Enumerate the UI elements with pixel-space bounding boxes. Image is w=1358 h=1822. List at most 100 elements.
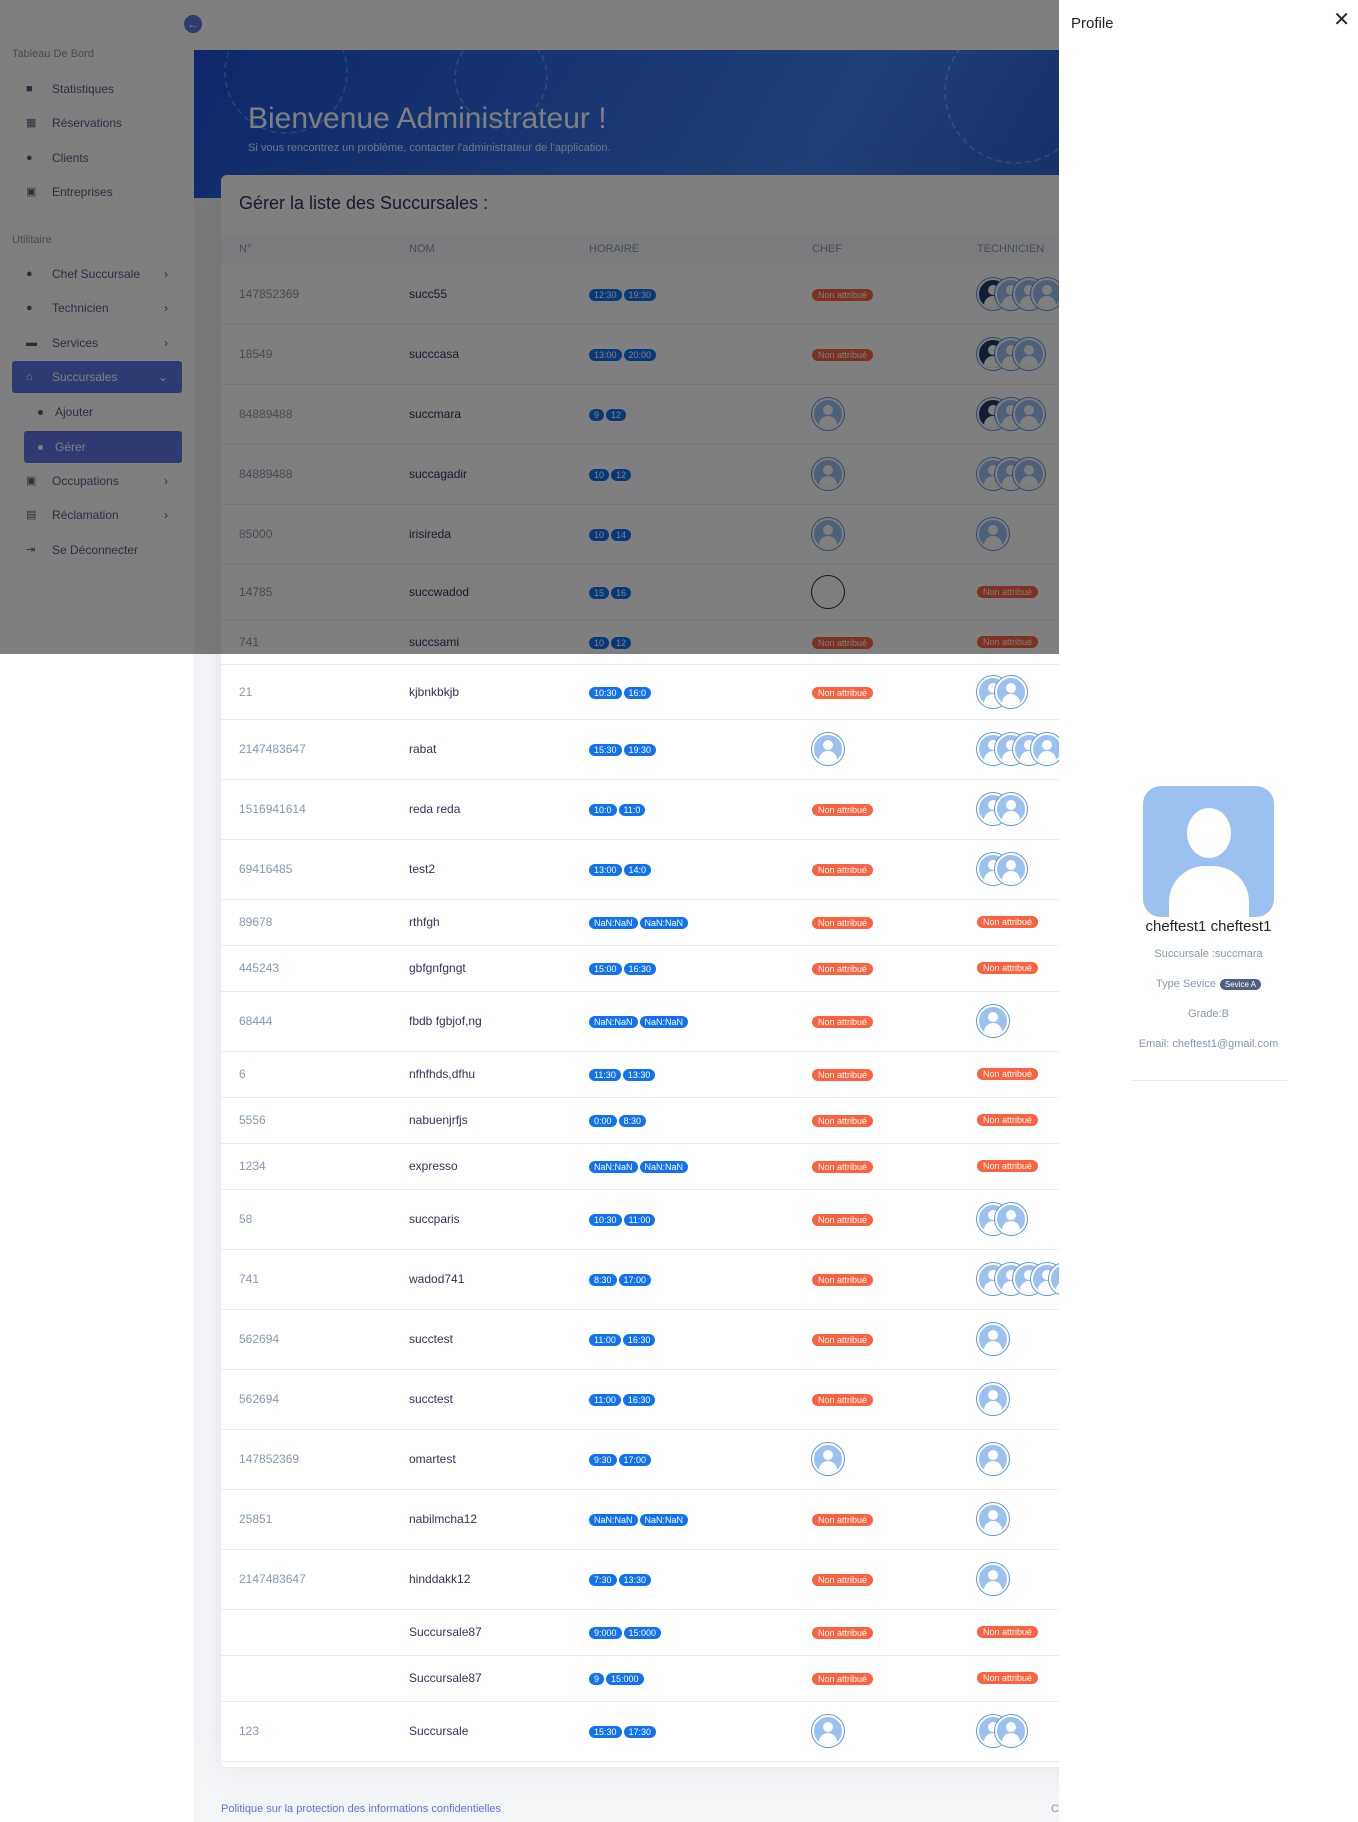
time-badge: 14:0 bbox=[623, 864, 652, 876]
cell-horaire: 15:30 17:30 bbox=[589, 1724, 658, 1738]
technicien-avatar[interactable] bbox=[995, 853, 1027, 885]
time-badge: 11:00 bbox=[589, 1334, 621, 1346]
cell-chef: Non attribué bbox=[812, 915, 874, 929]
time-badge: 13:00 bbox=[589, 864, 622, 876]
cell-nom: gbfgnfgngt bbox=[409, 961, 466, 975]
profile-succursale: Succursale :succmara bbox=[1154, 948, 1263, 960]
non-attribue-badge: Non attribué bbox=[812, 864, 874, 876]
non-attribue-badge: Non attribué bbox=[812, 917, 874, 929]
cell-chef: Non attribué bbox=[812, 1159, 874, 1173]
modal-backdrop[interactable] bbox=[0, 0, 1059, 654]
technicien-avatar[interactable] bbox=[995, 1203, 1027, 1235]
cell-nom: nabuenjrfjs bbox=[409, 1113, 468, 1127]
cell-chef bbox=[812, 1443, 844, 1475]
cell-chef: Non attribué bbox=[812, 1671, 874, 1685]
cell-chef: Non attribué bbox=[812, 1272, 874, 1286]
time-badge: 15:000 bbox=[606, 1673, 644, 1685]
cell-num: 2147483647 bbox=[239, 742, 306, 756]
non-attribue-badge: Non attribué bbox=[812, 1574, 874, 1586]
cell-num: 123 bbox=[239, 1724, 260, 1738]
cell-chef: Non attribué bbox=[812, 1067, 874, 1081]
cell-nom: expresso bbox=[409, 1159, 458, 1173]
cell-horaire: 13:00 14:0 bbox=[589, 862, 653, 876]
non-attribue-badge: Non attribué bbox=[812, 963, 874, 975]
cell-chef: Non attribué bbox=[812, 961, 874, 975]
cell-num: 69416485 bbox=[239, 862, 293, 876]
profile-email: Email: cheftest1@gmail.com bbox=[1138, 1038, 1279, 1050]
cell-horaire: 9 15:000 bbox=[589, 1671, 646, 1685]
cell-chef bbox=[812, 1715, 844, 1747]
chef-avatar[interactable] bbox=[812, 733, 844, 765]
non-attribue-badge: Non attribué bbox=[977, 1160, 1039, 1172]
chef-avatar[interactable] bbox=[812, 1715, 844, 1747]
chef-avatar[interactable] bbox=[812, 1443, 844, 1475]
non-attribue-badge: Non attribué bbox=[977, 1114, 1039, 1126]
technicien-avatar[interactable] bbox=[977, 1443, 1009, 1475]
time-badge: 10:30 bbox=[589, 1214, 622, 1226]
cell-nom: test2 bbox=[409, 862, 436, 876]
non-attribue-badge: Non attribué bbox=[977, 1626, 1039, 1638]
cell-nom: Succursale bbox=[409, 1724, 469, 1738]
time-badge: 10:30 bbox=[589, 686, 622, 699]
technicien-avatar[interactable] bbox=[977, 1323, 1009, 1355]
cell-nom: succtest bbox=[409, 1332, 454, 1346]
cell-technicien bbox=[977, 1005, 1009, 1037]
cell-horaire: 11:00 16:30 bbox=[589, 1332, 657, 1346]
time-badge: 11:00 bbox=[589, 1394, 621, 1406]
cell-technicien bbox=[977, 1503, 1009, 1535]
time-badge: 8:30 bbox=[589, 1274, 617, 1286]
non-attribue-badge: Non attribué bbox=[812, 1334, 874, 1346]
technicien-avatar[interactable] bbox=[995, 1715, 1027, 1747]
profile-grade: Grade:B bbox=[1188, 1008, 1229, 1020]
cell-technicien: Non attribué bbox=[977, 1114, 1039, 1126]
time-badge: 16:0 bbox=[623, 686, 652, 699]
technicien-avatar[interactable] bbox=[977, 1383, 1009, 1415]
cell-horaire: 11:00 16:30 bbox=[589, 1392, 657, 1406]
cell-technicien bbox=[977, 1715, 1027, 1747]
cell-nom: wadod741 bbox=[409, 1272, 465, 1286]
cell-technicien bbox=[977, 675, 1027, 708]
technicien-avatar[interactable] bbox=[977, 1563, 1009, 1595]
cell-num: 1516941614 bbox=[239, 802, 306, 816]
profile-avatar bbox=[1143, 786, 1274, 917]
technicien-avatar[interactable] bbox=[995, 675, 1027, 708]
technicien-avatar[interactable] bbox=[995, 793, 1027, 825]
cell-chef: Non attribué bbox=[812, 802, 874, 816]
cell-chef: Non attribué bbox=[812, 1332, 874, 1346]
cell-horaire: 11:30 13:30 bbox=[589, 1067, 657, 1081]
time-badge: 19:30 bbox=[623, 744, 657, 756]
profile-divider bbox=[1131, 1080, 1287, 1081]
time-badge: 11:0 bbox=[618, 804, 646, 816]
cell-nom: rabat bbox=[409, 742, 437, 756]
close-icon[interactable]: ✕ bbox=[1333, 10, 1350, 30]
cell-nom: succparis bbox=[409, 1212, 460, 1226]
time-badge: 17:30 bbox=[623, 1726, 657, 1738]
cell-horaire: 10:0 11:0 bbox=[589, 802, 647, 816]
cell-chef: Non attribué bbox=[812, 1512, 874, 1526]
technicien-avatar[interactable] bbox=[977, 1005, 1009, 1037]
cell-nom: Succursale87 bbox=[409, 1625, 482, 1639]
non-attribue-badge: Non attribué bbox=[812, 1394, 874, 1406]
time-badge: NaN:NaN bbox=[639, 1161, 689, 1173]
cell-chef bbox=[812, 733, 844, 765]
non-attribue-badge: Non attribué bbox=[977, 1068, 1039, 1080]
cell-num: 2147483647 bbox=[239, 1572, 306, 1586]
cell-nom: nfhfhds,dfhu bbox=[409, 1067, 476, 1081]
privacy-policy-link[interactable]: Politique sur la protection des informat… bbox=[221, 1803, 501, 1815]
cell-nom: succtest bbox=[409, 1392, 454, 1406]
non-attribue-badge: Non attribué bbox=[977, 1672, 1039, 1684]
time-badge: NaN:NaN bbox=[639, 917, 689, 929]
cell-technicien bbox=[977, 1203, 1027, 1235]
cell-technicien: Non attribué bbox=[977, 916, 1039, 928]
cell-chef: Non attribué bbox=[812, 685, 874, 699]
cell-nom: fbdb fgbjof,ng bbox=[409, 1014, 482, 1028]
technicien-avatar[interactable] bbox=[977, 1503, 1009, 1535]
cell-num: 68444 bbox=[239, 1014, 273, 1028]
non-attribue-badge: Non attribué bbox=[812, 1016, 874, 1028]
time-badge: 16:30 bbox=[623, 963, 657, 975]
cell-num: 21 bbox=[239, 684, 253, 699]
cell-technicien: Non attribué bbox=[977, 1160, 1039, 1172]
profile-type-label: Type Sevice bbox=[1155, 978, 1216, 990]
cell-technicien bbox=[977, 733, 1063, 765]
cell-chef: Non attribué bbox=[812, 1014, 874, 1028]
